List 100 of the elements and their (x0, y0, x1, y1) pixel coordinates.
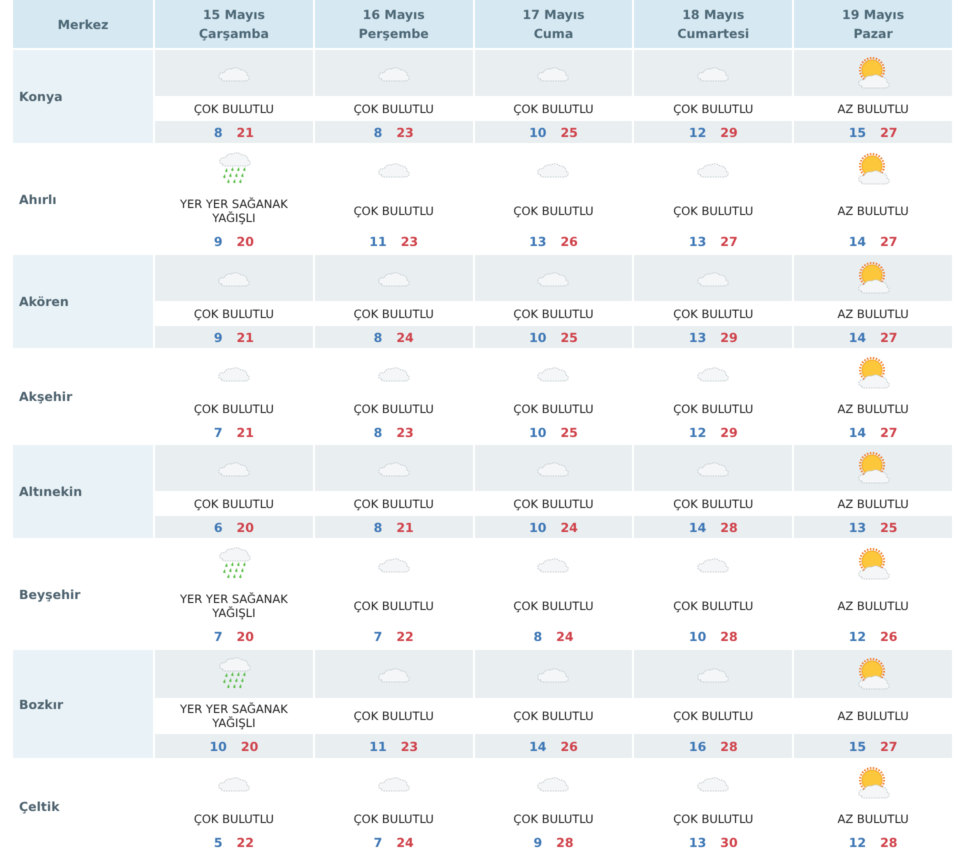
high-temperature: 20 (236, 628, 254, 644)
weekday-header: Çarşamba (198, 25, 269, 43)
weather-condition: ÇOK BULUTLU (673, 812, 754, 826)
low-temperature: 8 (374, 520, 382, 534)
high-temperature: 25 (560, 330, 578, 344)
date-header: 15 Mayıs (202, 6, 265, 24)
weather-condition: ÇOK BULUTLU (673, 599, 754, 613)
low-temperature: 10 (529, 520, 546, 534)
weekday-header: Pazar (854, 25, 893, 43)
weather-condition: ÇOK BULUTLU (673, 496, 754, 510)
city-name: Konya (19, 89, 63, 104)
weather-condition: ÇOK BULUTLU (194, 402, 274, 416)
weather-condition: ÇOK BULUTLU (673, 102, 754, 116)
high-temperature: 26 (880, 628, 898, 644)
high-temperature: 20 (236, 520, 254, 534)
date-header: 18 Mayıs (682, 6, 744, 24)
low-temperature: 10 (529, 124, 546, 140)
high-temperature: 23 (396, 124, 414, 140)
date-header: 17 Mayıs (522, 6, 585, 24)
weather-condition: ÇOK BULUTLU (354, 709, 434, 723)
low-temperature: 11 (369, 738, 387, 754)
high-temperature: 23 (400, 234, 418, 248)
high-temperature: 27 (880, 738, 898, 754)
high-temperature: 24 (396, 834, 414, 850)
low-temperature: 11 (369, 234, 387, 248)
low-temperature: 10 (529, 330, 546, 344)
low-temperature: 14 (848, 424, 866, 440)
high-temperature: 30 (720, 834, 738, 850)
low-temperature: 12 (848, 628, 866, 644)
high-temperature: 21 (236, 330, 254, 344)
weather-condition: ÇOK BULUTLU (354, 102, 434, 116)
city-name: Altınekin (19, 484, 82, 499)
low-temperature: 5 (214, 834, 223, 850)
date-header: 19 Mayıs (842, 6, 904, 24)
high-temperature: 27 (880, 124, 898, 140)
weather-condition: ÇOK BULUTLU (354, 496, 434, 510)
weather-condition: ÇOK BULUTLU (513, 402, 594, 416)
high-temperature: 24 (560, 520, 578, 534)
high-temperature: 20 (236, 234, 254, 248)
high-temperature: 28 (720, 628, 738, 644)
weather-condition: ÇOK BULUTLU (673, 306, 754, 320)
weather-condition: ÇOK BULUTLU (354, 204, 434, 218)
weather-condition: AZ BULUTLU (837, 306, 909, 320)
low-temperature: 14 (529, 738, 546, 754)
low-temperature: 12 (848, 834, 866, 850)
weather-condition: ÇOK BULUTLU (513, 102, 594, 116)
low-temperature: 12 (688, 124, 706, 140)
weather-condition: ÇOK BULUTLU (354, 402, 434, 416)
weekday-header: Cumartesi (677, 25, 750, 43)
weather-condition: AZ BULUTLU (837, 709, 909, 723)
weather-condition: ÇOK BULUTLU (673, 709, 754, 723)
low-temperature: 8 (533, 628, 542, 644)
high-temperature: 28 (720, 738, 738, 754)
low-temperature: 13 (529, 234, 546, 248)
high-temperature: 29 (720, 124, 738, 140)
weather-condition: YER YER SAĞANAK YAĞIŞLI (178, 702, 289, 730)
low-temperature: 10 (688, 628, 706, 644)
weather-condition: ÇOK BULUTLU (354, 599, 434, 613)
date-header: 16 Mayıs (362, 6, 425, 24)
weather-condition: ÇOK BULUTLU (194, 102, 274, 116)
weekday-header: Perşembe (358, 25, 429, 43)
low-temperature: 10 (529, 424, 546, 440)
high-temperature: 21 (236, 424, 254, 440)
weather-condition: ÇOK BULUTLU (354, 306, 434, 320)
high-temperature: 25 (880, 520, 898, 534)
low-temperature: 13 (688, 234, 706, 248)
city-name: Akören (19, 294, 69, 309)
high-temperature: 27 (720, 234, 738, 248)
low-temperature: 6 (214, 520, 223, 534)
weather-condition: ÇOK BULUTLU (354, 812, 434, 826)
low-temperature: 7 (374, 834, 382, 850)
low-temperature: 14 (688, 520, 706, 534)
low-temperature: 9 (214, 234, 223, 248)
low-temperature: 16 (688, 738, 706, 754)
weather-condition: ÇOK BULUTLU (513, 204, 594, 218)
high-temperature: 22 (236, 834, 254, 850)
high-temperature: 21 (236, 124, 254, 140)
high-temperature: 25 (560, 124, 578, 140)
weather-condition: ÇOK BULUTLU (194, 306, 274, 320)
high-temperature: 28 (880, 834, 898, 850)
city-name: Bozkır (19, 696, 64, 712)
low-temperature: 14 (848, 330, 866, 344)
low-temperature: 8 (374, 124, 382, 140)
weather-condition: AZ BULUTLU (837, 102, 909, 116)
low-temperature: 12 (688, 424, 706, 440)
high-temperature: 27 (880, 330, 898, 344)
weather-condition: AZ BULUTLU (837, 402, 909, 416)
weather-condition: YER YER SAĞANAK YAĞIŞLI (178, 592, 289, 620)
high-temperature: 23 (396, 424, 414, 440)
high-temperature: 21 (396, 520, 414, 534)
low-temperature: 8 (374, 330, 382, 344)
weather-condition: ÇOK BULUTLU (513, 599, 594, 613)
city-name: Beyşehir (19, 586, 80, 602)
weather-condition: YER YER SAĞANAK YAĞIŞLI (178, 197, 289, 225)
high-temperature: 24 (556, 628, 574, 644)
high-temperature: 28 (556, 834, 574, 850)
weekday-header: Cuma (534, 25, 574, 43)
high-temperature: 27 (880, 234, 898, 248)
low-temperature: 8 (214, 124, 223, 140)
low-temperature: 7 (214, 628, 223, 644)
